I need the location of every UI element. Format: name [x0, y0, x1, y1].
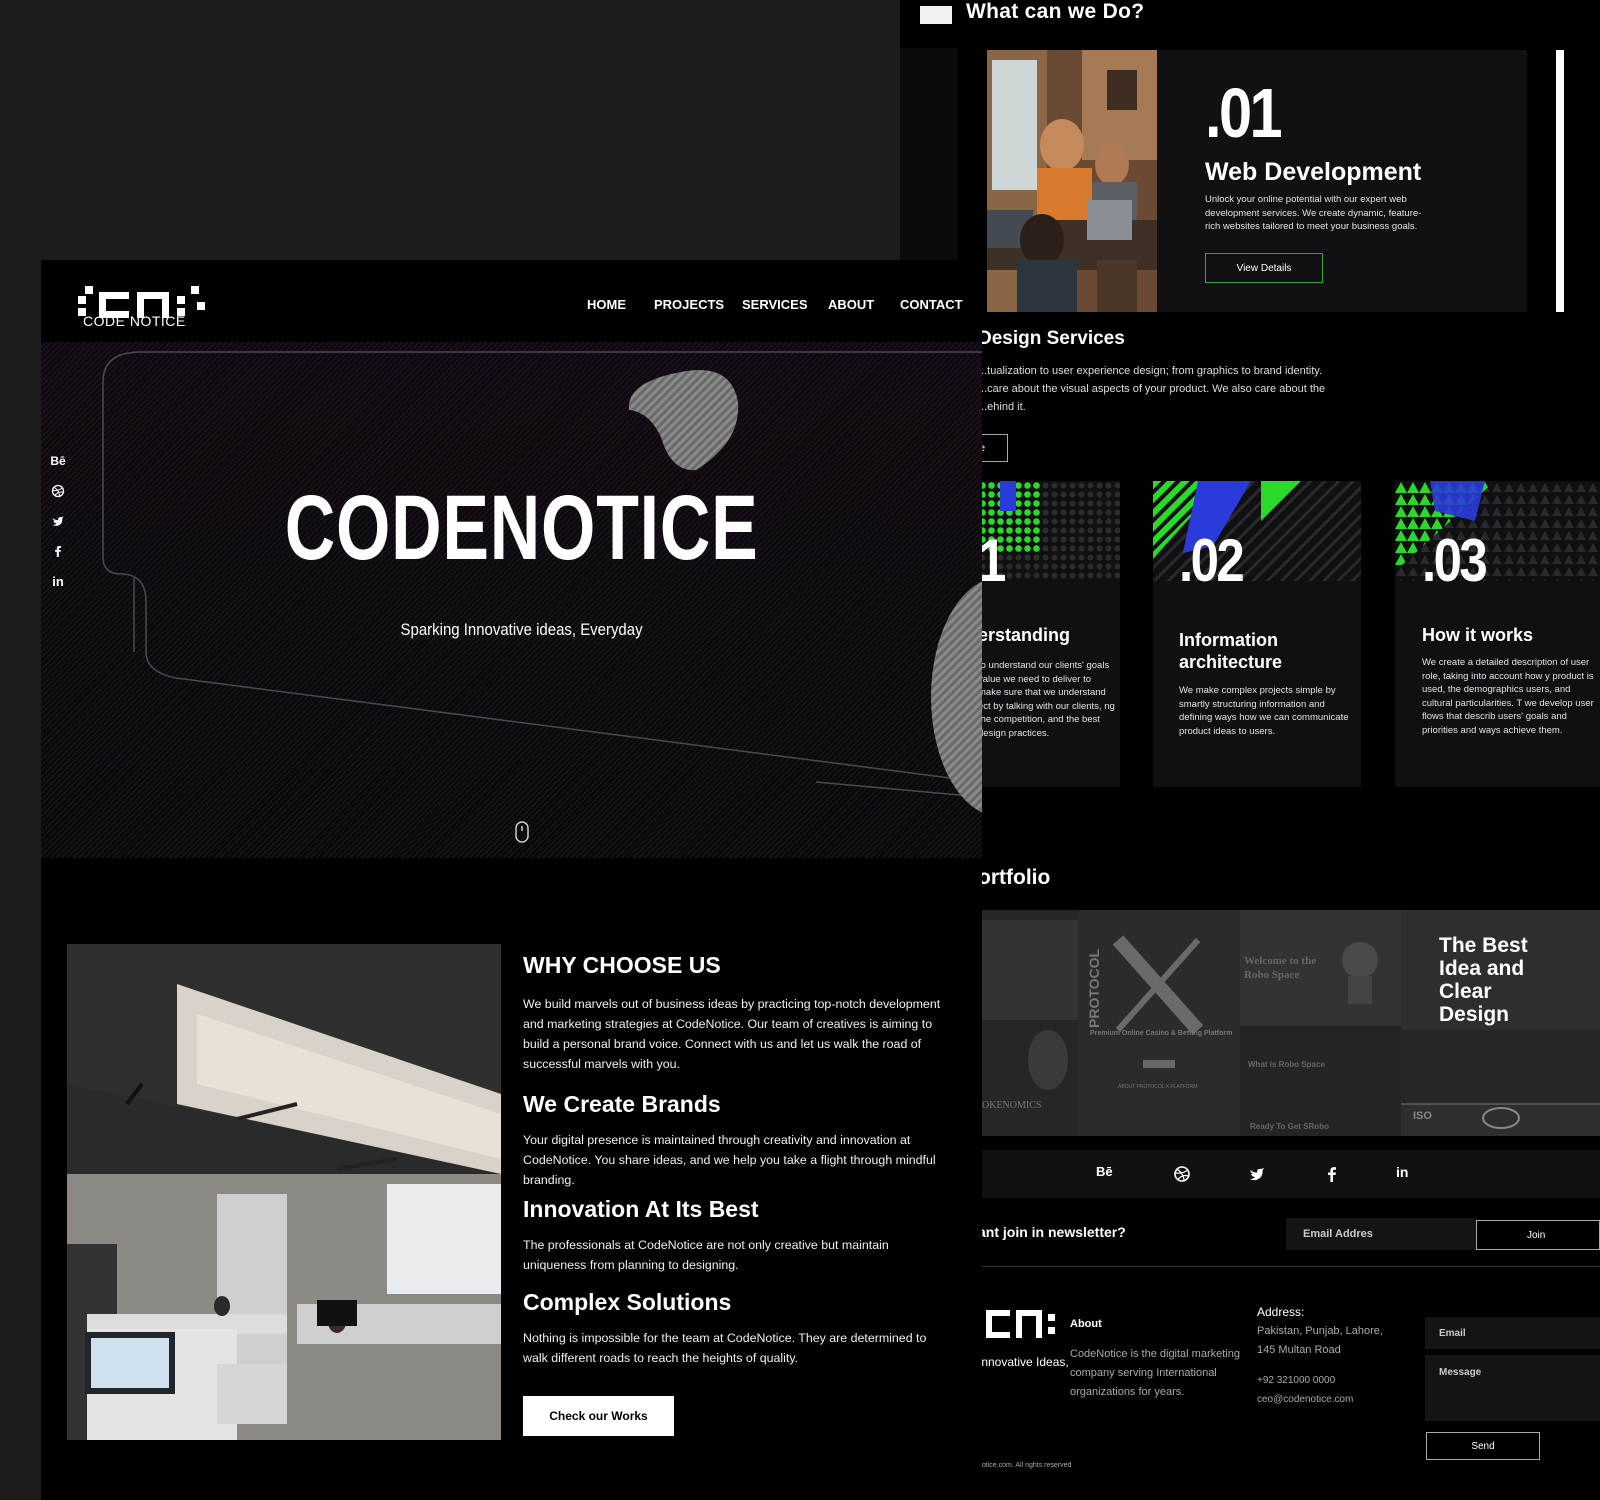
twitter-icon[interactable] — [49, 514, 67, 528]
portfolio-title: ortfolio — [978, 866, 1051, 889]
contact-message-input[interactable]: Message — [1425, 1355, 1600, 1421]
portfolio-tile[interactable]: Welcome to the Robo Space What is Robo S… — [1240, 910, 1401, 1136]
we-create-brands-text: Your digital presence is maintained thro… — [523, 1133, 936, 1187]
card-description: to understand our clients' goals value w… — [978, 660, 1115, 739]
nav-projects[interactable]: PROJECTS — [654, 297, 724, 312]
card-number: .03 — [1422, 527, 1488, 594]
dribbble-icon[interactable] — [1172, 1164, 1192, 1184]
footer-address: Pakistan, Punjab, Lahore, 145 Multan Roa… — [1257, 1325, 1383, 1356]
portfolio-strip: OKENOMICS PROTOCOL Premium Online Casino… — [978, 910, 1600, 1136]
tile-sub: ABOUT PROTOCOL X PLATFORM — [1118, 1084, 1198, 1090]
menu-block-icon[interactable] — [920, 6, 952, 24]
linkedin-icon[interactable]: in — [49, 574, 67, 589]
complex-solutions-text: Nothing is impossible for the team at Co… — [523, 1331, 927, 1365]
footer-tagline: Innovative Ideas, — [978, 1355, 1069, 1369]
copyright: notice.com. All rights reserved — [978, 1462, 1072, 1469]
hero-subtitle: Sparking Innovative ideas, Everyday — [400, 620, 643, 639]
divider — [978, 1266, 1600, 1267]
tile-caption: What is Robo Space — [1248, 1060, 1325, 1069]
footer-about-title: About — [1070, 1318, 1102, 1330]
why-choose-us-text: We build marvels out of business ideas b… — [523, 997, 941, 1071]
card-title: erstanding — [978, 625, 1071, 645]
design-card-understanding: 1 erstanding to understand our clients' … — [960, 481, 1120, 787]
social-bar: Bē in — [978, 1150, 1600, 1198]
home-page-mockup: CODE NOTICE HOME PROJECTS SERVICES ABOUT… — [41, 260, 982, 1500]
innovation-title: Innovation At Its Best — [523, 1196, 759, 1222]
footer-logo-icon — [974, 1310, 1055, 1338]
contact-email-input[interactable]: Email — [1425, 1317, 1600, 1349]
office-photo — [67, 944, 501, 1440]
innovation-text: The professionals at CodeNotice are not … — [523, 1238, 889, 1272]
card-description: We make complex projects simple by smart… — [1179, 685, 1349, 737]
newsletter-email-input[interactable]: Email Addres — [1286, 1218, 1476, 1250]
we-create-brands-title: We Create Brands — [523, 1091, 721, 1117]
footer-phone[interactable]: +92 321000 0000 — [1257, 1375, 1335, 1386]
view-details-button[interactable]: View Details — [1205, 253, 1323, 283]
footer-about-text: CodeNotice is the digital marketing comp… — [1070, 1348, 1240, 1398]
newsletter-question: ant join in newsletter? — [978, 1224, 1126, 1240]
complex-solutions-title: Complex Solutions — [523, 1289, 732, 1315]
protocol-x-logo — [1078, 910, 1240, 1136]
design-services-title: Design Services — [978, 328, 1125, 349]
hero-decoration — [102, 351, 982, 843]
tile-label: The Best Idea and Clear Design — [1439, 934, 1528, 1026]
check-our-works-button[interactable]: Check our Works — [523, 1396, 674, 1436]
logo-text: CODE NOTICE — [83, 313, 186, 329]
next-card-edge — [1556, 50, 1600, 312]
nav-home[interactable]: HOME — [587, 297, 626, 312]
portfolio-tile[interactable]: The Best Idea and Clear Design ISO — [1401, 910, 1600, 1136]
nav-services[interactable]: SERVICES — [742, 297, 808, 312]
card-title: Information architecture — [1179, 630, 1283, 672]
card-number: .02 — [1179, 527, 1245, 594]
card-title: How it works — [1422, 625, 1534, 645]
tile-label: OKENOMICS — [982, 1100, 1042, 1111]
iso-badge: ISO — [1413, 1110, 1432, 1122]
behance-icon[interactable]: Bē — [49, 454, 67, 468]
tile-sub: Ready To Get SRobo — [1250, 1122, 1329, 1131]
twitter-icon[interactable] — [1247, 1164, 1267, 1184]
card-description: We create a detailed description of user… — [1422, 657, 1594, 736]
behance-icon[interactable]: Bē — [1096, 1164, 1116, 1184]
portfolio-tile[interactable]: OKENOMICS — [978, 910, 1078, 1136]
design-services-description: ...tualization to user experience design… — [978, 365, 1326, 413]
service-title: Web Development — [1205, 158, 1422, 186]
services-page-mockup: What can we Do? .01 Web Development Unlo… — [900, 0, 1600, 1500]
tile-caption: Premium Online Casino & Betting Platform — [1090, 1030, 1233, 1037]
portfolio-tile[interactable]: PROTOCOL Premium Online Casino & Betting… — [1078, 910, 1240, 1136]
footer-address-title: Address: — [1257, 1305, 1305, 1319]
design-card-information-architecture: .02 Information architecture We make com… — [1153, 481, 1361, 787]
facebook-icon[interactable] — [1322, 1164, 1342, 1184]
tile-label: Welcome to the Robo Space — [1244, 955, 1317, 981]
why-choose-us-title: WHY CHOOSE US — [523, 952, 721, 978]
robo-space-preview — [1240, 910, 1401, 1136]
nav-about[interactable]: ABOUT — [828, 297, 874, 312]
footer-email[interactable]: ceo@codenotice.com — [1257, 1394, 1353, 1405]
hero-title: CODENOTICE — [284, 477, 759, 579]
hero-section: CODENOTICE Sparking Innovative ideas, Ev… — [41, 342, 982, 858]
design-card-how-it-works: .03 How it works We create a detailed de… — [1395, 481, 1600, 787]
services-header: What can we Do? — [900, 0, 1600, 48]
services-heading: What can we Do? — [966, 0, 1145, 23]
service-number: .01 — [1205, 74, 1283, 152]
nav-contact[interactable]: CONTACT — [900, 297, 963, 312]
facebook-icon[interactable] — [49, 544, 67, 558]
linkedin-icon[interactable]: in — [1396, 1164, 1416, 1184]
tile-label: PROTOCOL — [1086, 948, 1102, 1028]
dribbble-icon[interactable] — [49, 484, 67, 498]
team-working-photo — [987, 50, 1157, 312]
service-description: Unlock your online potential with our ex… — [1205, 194, 1422, 232]
newsletter-join-button[interactable]: Join — [1476, 1220, 1600, 1250]
web-development-card: .01 Web Development Unlock your online p… — [987, 50, 1527, 312]
send-button[interactable]: Send — [1426, 1432, 1540, 1460]
